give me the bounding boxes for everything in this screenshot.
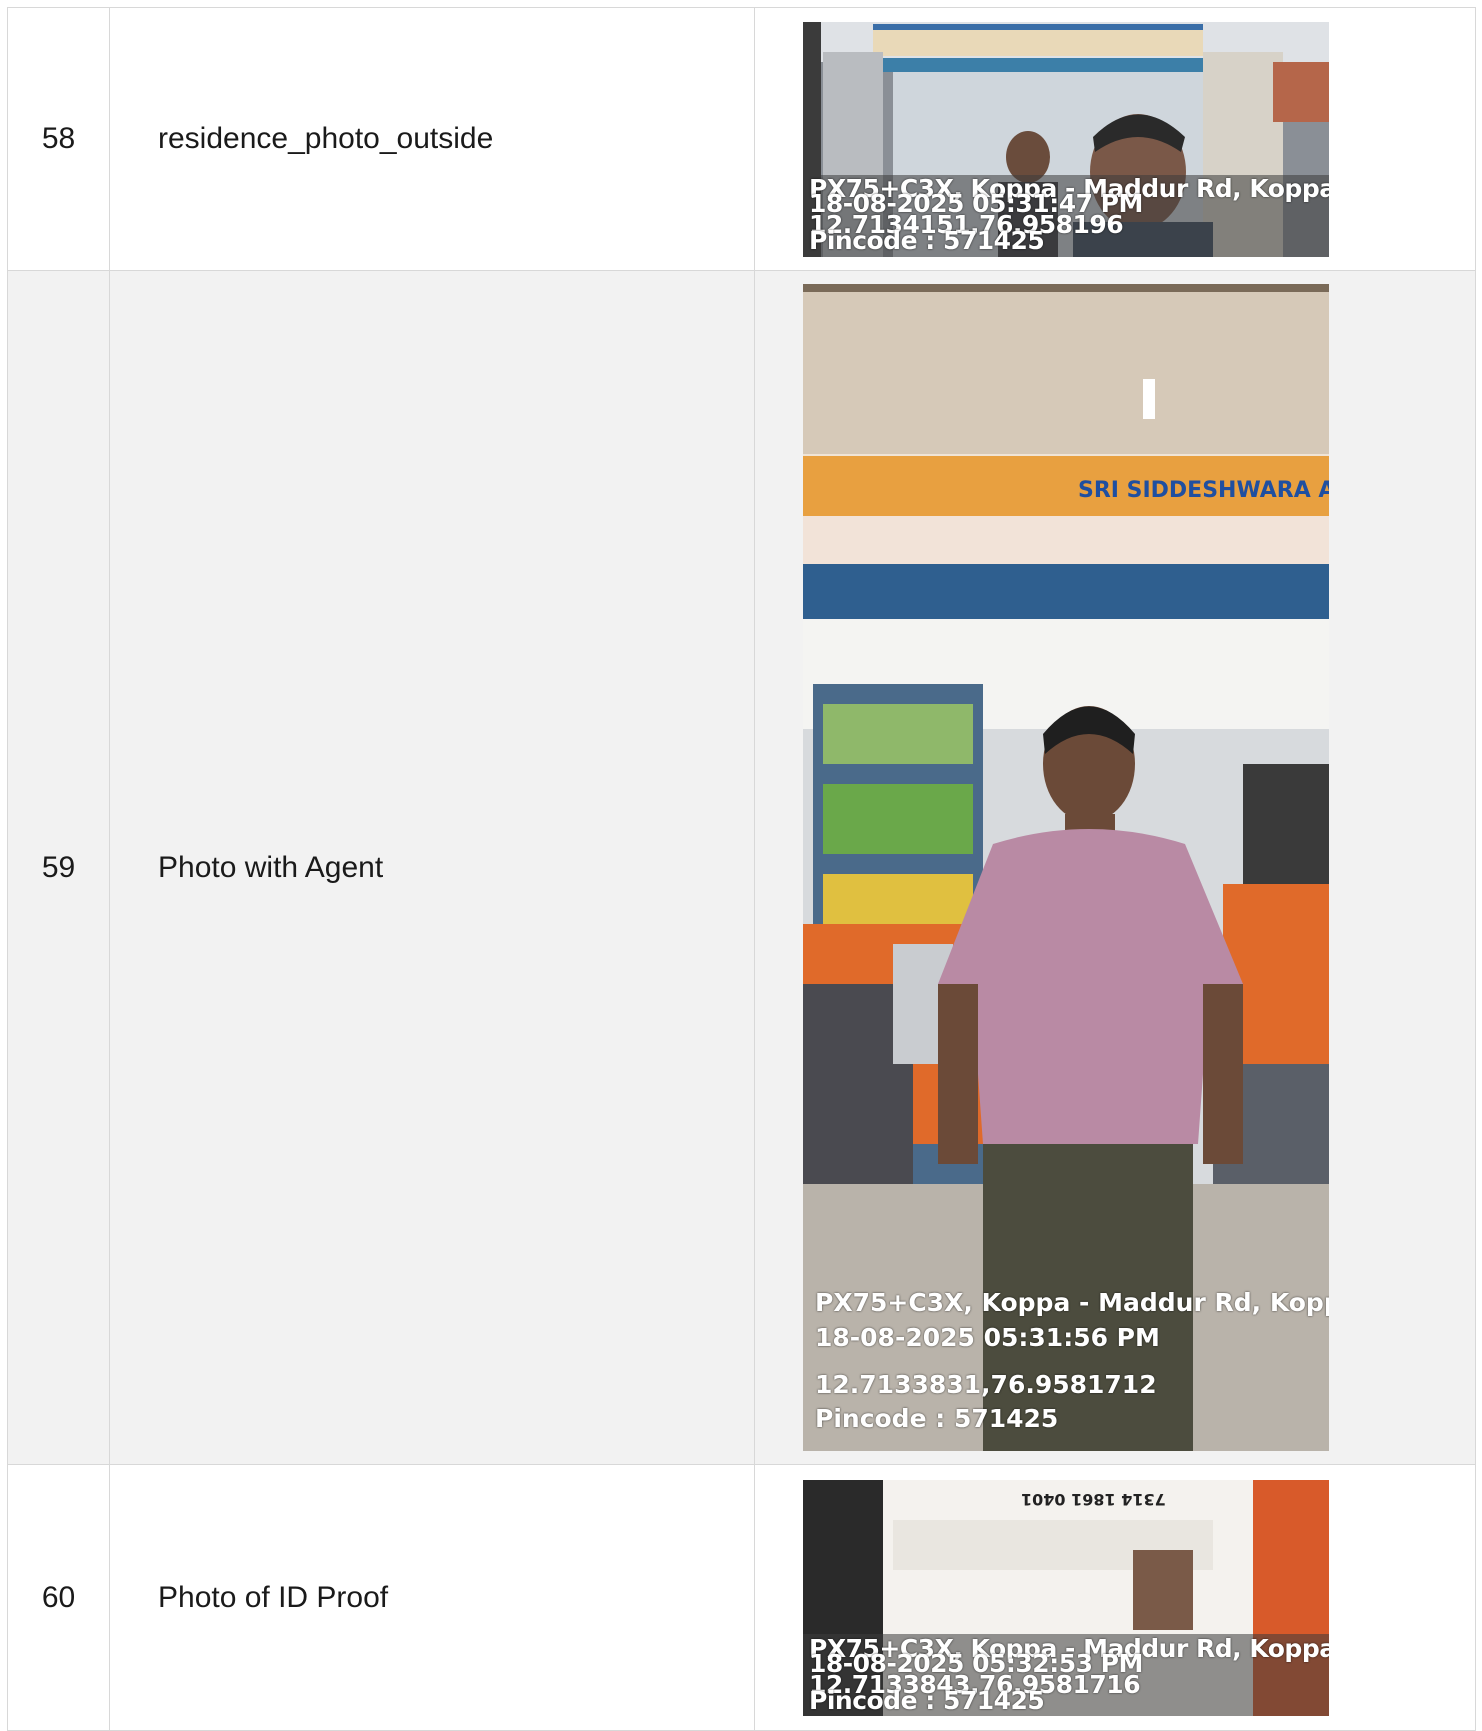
- photo-evidence-table: 58 residence_photo_outside PX75+C3X, Kop…: [7, 7, 1476, 1731]
- photo-cell: 7314 1861 0401 PX75+C3X, Koppa - Maddur …: [754, 1464, 1476, 1731]
- geotag-location: PX75+C3X, Koppa - Maddur Rd, Koppa, ...: [815, 1288, 1329, 1317]
- geotag-datetime: 18-08-2025 05:31:56 PM: [815, 1323, 1160, 1352]
- geotag-pincode: Pincode : 571425: [809, 1686, 1045, 1715]
- id-number-text: 7314 1861 0401: [1021, 1490, 1166, 1509]
- photo-cell: PX75+C3X, Koppa - Maddur Rd, Koppa, ... …: [754, 7, 1476, 271]
- agent-photo-image: [803, 284, 1329, 1451]
- residence-photo[interactable]: PX75+C3X, Koppa - Maddur Rd, Koppa, ... …: [803, 21, 1329, 257]
- id-proof-photo[interactable]: 7314 1861 0401 PX75+C3X, Koppa - Maddur …: [803, 1480, 1329, 1716]
- table-row: 58 residence_photo_outside PX75+C3X, Kop…: [7, 7, 1476, 271]
- row-label: residence_photo_outside: [109, 7, 755, 271]
- table-row: 60 Photo of ID Proof 7314 1861 0401 PX75…: [7, 1464, 1476, 1731]
- table-row: 59 Photo with Agent PX75+C3X, Koppa - Ma…: [7, 270, 1476, 1465]
- shop-sign: SRI SIDDESHWARA AG: [1078, 478, 1329, 503]
- row-number: 60: [7, 1464, 110, 1731]
- row-label: Photo of ID Proof: [109, 1464, 755, 1731]
- geotag-pincode: Pincode : 571425: [815, 1404, 1059, 1433]
- agent-photo[interactable]: PX75+C3X, Koppa - Maddur Rd, Koppa, ... …: [803, 284, 1329, 1451]
- geotag-pincode: Pincode : 571425: [809, 225, 1045, 255]
- row-number: 58: [7, 7, 110, 271]
- row-number: 59: [7, 270, 110, 1465]
- geotag-coordinates: 12.7133831,76.9581712: [815, 1370, 1157, 1399]
- photo-cell: PX75+C3X, Koppa - Maddur Rd, Koppa, ... …: [754, 270, 1476, 1465]
- geotag-datetime: 18-08-2025 05:31:47 PM: [809, 188, 1143, 218]
- row-label: Photo with Agent: [109, 270, 755, 1465]
